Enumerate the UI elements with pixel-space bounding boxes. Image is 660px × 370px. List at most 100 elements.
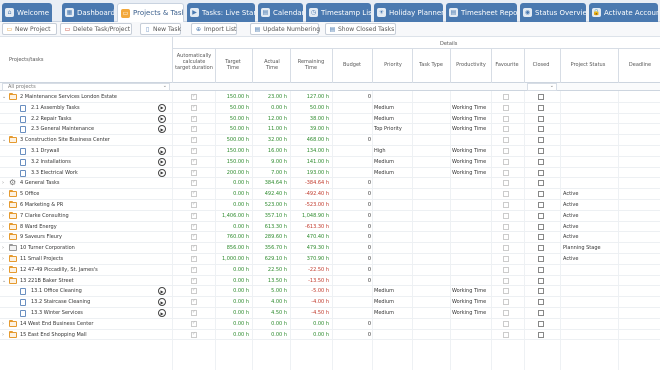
task-row[interactable]: 2.2 Repair Tasks ▶ 50.00 h 12.00 h 38.00 h Me…	[0, 114, 660, 125]
auto-calc-checkbox[interactable]	[191, 320, 197, 327]
tab-activate-account[interactable]: 🔒 Activate Account	[589, 3, 658, 22]
expand-icon[interactable]: ›	[2, 202, 4, 208]
auto-calc-checkbox[interactable]	[191, 212, 197, 219]
favourite-checkbox[interactable]	[503, 256, 509, 262]
auto-calc-checkbox[interactable]	[191, 309, 197, 316]
productivity-header[interactable]: Productivity	[452, 62, 490, 68]
auto-calc-checkbox[interactable]	[191, 169, 197, 176]
play-icon[interactable]: ▶	[158, 114, 166, 123]
auto-calc-checkbox[interactable]	[191, 147, 197, 154]
favourite-checkbox[interactable]	[503, 169, 509, 176]
tab-tasks-live-start[interactable]: ▶ Tasks: Live Start	[187, 3, 255, 22]
auto-calc-checkbox[interactable]	[191, 201, 197, 208]
tab-timesheet-report[interactable]: ▤ Timesheet Report	[446, 3, 517, 22]
auto-calc-checkbox[interactable]	[191, 125, 197, 133]
favourite-checkbox[interactable]	[503, 320, 509, 327]
task-row[interactable]: 3.2 Installations ▶ 150.00 h 9.00 h 141.00 h…	[0, 157, 660, 168]
closed-checkbox[interactable]	[538, 169, 544, 176]
auto-calc-checkbox[interactable]	[191, 331, 197, 338]
favourite-checkbox[interactable]	[503, 158, 509, 165]
favourite-checkbox[interactable]	[503, 212, 509, 219]
new-project-button[interactable]: ▭ New Project	[2, 23, 57, 35]
closed-checkbox[interactable]	[538, 104, 544, 111]
project-row[interactable]: › 15 East End Shopping Mall 0.00 h 0.00 h 0.…	[0, 330, 660, 341]
tab-welcome[interactable]: ⌂ Welcome	[2, 3, 52, 22]
project-status-header[interactable]: Project Status	[563, 62, 613, 68]
import-list-button[interactable]: ⊕ Import List	[191, 23, 237, 35]
play-icon[interactable]: ▶	[158, 103, 166, 112]
closed-checkbox[interactable]	[538, 94, 544, 100]
play-icon[interactable]: ▶	[158, 287, 166, 296]
auto-calc-checkbox[interactable]	[191, 287, 197, 295]
project-row[interactable]: › 9 Saveurs Fleury 760.00 h 289.60 h 470.40 …	[0, 232, 660, 244]
closed-checkbox[interactable]	[538, 212, 544, 219]
expand-icon[interactable]: ›	[2, 224, 4, 230]
favourite-checkbox[interactable]	[503, 277, 509, 284]
auto-calc-checkbox[interactable]	[191, 266, 197, 273]
project-row[interactable]: › 8 Ward Energy 0.00 h 613.30 h -613.30 h 0 Ac…	[0, 222, 660, 233]
closed-header[interactable]: Closed	[526, 62, 556, 68]
projects-tasks-header[interactable]: Projects/tasks	[9, 57, 44, 63]
tab-calendar[interactable]: ▤ Calendar	[258, 3, 303, 22]
favourite-checkbox[interactable]	[503, 202, 509, 208]
auto-calc-checkbox[interactable]	[191, 136, 197, 144]
task-row[interactable]: 2.3 General Maintenance ▶ 50.00 h 11.00 h 39…	[0, 124, 660, 136]
expand-icon[interactable]: ›	[2, 213, 4, 219]
update-numbering-button[interactable]: ▤ Update Numbering	[250, 23, 320, 35]
new-task-button[interactable]: ▯ New Task	[140, 23, 181, 35]
closed-checkbox[interactable]	[538, 137, 544, 144]
project-row[interactable]: › 10 Turner Corporation 856.00 h 356.70 h 47…	[0, 243, 660, 254]
auto-calc-checkbox[interactable]	[191, 233, 197, 241]
closed-checkbox[interactable]	[538, 223, 544, 230]
closed-checkbox[interactable]	[538, 180, 544, 187]
chevron-down-icon[interactable]: ⌄	[110, 8, 115, 15]
favourite-checkbox[interactable]	[503, 299, 509, 306]
favourite-checkbox[interactable]	[503, 234, 509, 241]
play-icon[interactable]: ▶	[158, 147, 166, 155]
tab-status-overview[interactable]: ◉Status Overview	[520, 3, 586, 22]
auto-calc-checkbox[interactable]	[191, 93, 197, 100]
favourite-header[interactable]: Favourite	[492, 62, 522, 68]
project-row[interactable]: › 12 47-49 Piccadilly, St. James's 0.00 h 2…	[0, 265, 660, 276]
auto-calc-checkbox[interactable]	[191, 223, 197, 230]
closed-checkbox[interactable]	[538, 331, 544, 338]
auto-calc-header[interactable]: Automatically calculate target duration	[175, 53, 213, 71]
budget-header[interactable]: Budget	[337, 62, 367, 68]
auto-calc-checkbox[interactable]	[191, 298, 197, 306]
tab-dashboard[interactable]: ▦ Dashboard	[62, 3, 114, 22]
tab-timestamp-list[interactable]: ◷ Timestamp List	[306, 3, 371, 22]
task-row[interactable]: 13.1 Office Cleaning ▶ 0.00 h 5.00 h -5.00 h…	[0, 286, 660, 298]
favourite-checkbox[interactable]	[503, 191, 509, 198]
closed-filter-select[interactable]: ⌄	[527, 83, 557, 91]
play-icon[interactable]: ▶	[158, 125, 166, 134]
favourite-checkbox[interactable]	[503, 245, 509, 252]
closed-checkbox[interactable]	[538, 126, 544, 133]
closed-checkbox[interactable]	[538, 320, 544, 327]
favourite-checkbox[interactable]	[503, 288, 509, 295]
closed-checkbox[interactable]	[538, 191, 544, 198]
closed-checkbox[interactable]	[538, 158, 544, 165]
target-time-header[interactable]: Target Time	[220, 59, 246, 71]
expand-icon[interactable]: ›	[2, 321, 4, 327]
favourite-checkbox[interactable]	[503, 137, 509, 144]
closed-checkbox[interactable]	[538, 277, 544, 284]
closed-checkbox[interactable]	[538, 288, 544, 295]
auto-calc-checkbox[interactable]	[191, 244, 197, 252]
auto-calc-checkbox[interactable]	[191, 115, 197, 122]
play-icon[interactable]: ▶	[158, 298, 166, 307]
priority-header[interactable]: Priority	[376, 62, 410, 68]
auto-calc-checkbox[interactable]	[191, 255, 197, 262]
closed-checkbox[interactable]	[538, 148, 544, 154]
closed-checkbox[interactable]	[538, 202, 544, 208]
favourite-checkbox[interactable]	[503, 94, 509, 100]
task-row[interactable]: 2.1 Assembly Tasks ▶ 50.00 h 0.00 h 50.00 h M…	[0, 103, 660, 114]
closed-checkbox[interactable]	[538, 234, 544, 241]
tab-holiday-planner[interactable]: ☀ Holiday Planner	[374, 3, 443, 22]
tab-projects-tasks[interactable]: ▭ Projects & Tasks	[117, 3, 184, 22]
delete-task-project-button[interactable]: ▭ Delete Task/Project	[60, 23, 132, 35]
expand-icon[interactable]: ›	[2, 245, 4, 251]
auto-calc-checkbox[interactable]	[191, 158, 197, 165]
task-type-header[interactable]: Task Type	[414, 62, 448, 68]
closed-checkbox[interactable]	[538, 115, 544, 122]
favourite-checkbox[interactable]	[503, 180, 509, 187]
